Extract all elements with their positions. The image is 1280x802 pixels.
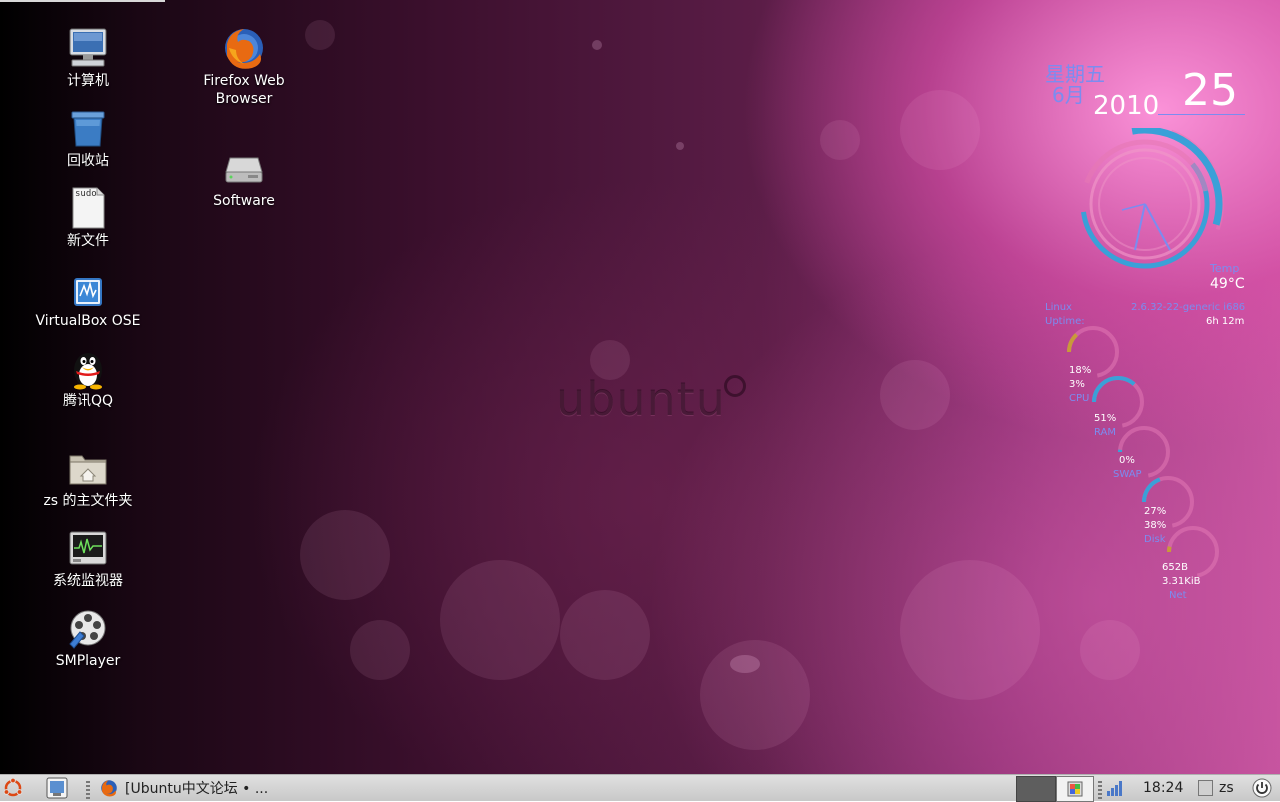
bokeh [820, 120, 860, 160]
bokeh [900, 560, 1040, 700]
conky-swap-value: 0% [1119, 455, 1135, 466]
conky-year: 2010 [1093, 91, 1160, 121]
bokeh [676, 142, 684, 150]
file-preview-text: sudo [75, 189, 97, 199]
conky-disk-value1: 27% [1144, 506, 1167, 517]
conky-net-value1: 652B [1162, 562, 1188, 573]
conky-kernel: 2.6.32-22-generic i686 [1131, 302, 1246, 313]
network-signal-icon [1107, 781, 1122, 796]
desktop-icon-label: zs 的主文件夹 [43, 493, 133, 509]
bokeh [880, 360, 950, 430]
taskbar-window-firefox[interactable]: [Ubuntu中文论坛 • ... [100, 775, 290, 801]
bokeh [730, 655, 760, 673]
conky-ram-label: RAM [1094, 427, 1117, 438]
bokeh [440, 560, 560, 680]
conky-cpu-value1: 18% [1069, 365, 1092, 376]
conky-swap-label: SWAP [1113, 469, 1142, 480]
text-file-icon: sudo [66, 186, 110, 230]
desktop-icon-trash[interactable]: 回收站 [28, 106, 148, 170]
tray-grip[interactable] [1098, 775, 1102, 801]
trash-icon [66, 106, 110, 150]
conky-date-underline [1158, 114, 1245, 115]
ubuntu-menu-button[interactable] [2, 775, 24, 801]
desktop-icon-label: SMPlayer [55, 653, 121, 669]
bokeh [1080, 620, 1140, 680]
bokeh [350, 620, 410, 680]
desktop-icon-virtualbox[interactable]: VirtualBox OSE [28, 266, 148, 330]
workspace-2[interactable] [1056, 776, 1094, 802]
shutdown-button[interactable] [1252, 775, 1274, 801]
system-monitor-icon [66, 526, 110, 570]
desktop-icon-computer[interactable]: 计算机 [28, 26, 148, 90]
conky-cpu-value2: 3% [1069, 379, 1085, 390]
computer-icon [66, 26, 110, 70]
conky-ram-value: 51% [1094, 413, 1117, 424]
conky-temp-label: Temp [1210, 262, 1240, 275]
desktop-icon-firefox[interactable]: Firefox Web Browser [184, 26, 304, 108]
firefox-icon [101, 780, 117, 797]
top-strip [0, 0, 165, 2]
desktop-icon-label: Software [213, 193, 275, 209]
user-icon [1198, 780, 1213, 796]
bottom-panel: [Ubuntu中文论坛 • ... 18:24 zs [0, 774, 1280, 802]
conky-month: 6月 [1052, 83, 1085, 107]
conky-net-value2: 3.31KiB [1162, 576, 1201, 587]
firefox-icon [222, 26, 266, 70]
bokeh [300, 510, 390, 600]
desktop-icon-label: Firefox Web [203, 73, 285, 89]
network-status-button[interactable] [1106, 775, 1126, 801]
desktop-icon-label: 新文件 [67, 233, 109, 249]
qq-penguin-icon [66, 346, 110, 390]
desktop-icon-label: 腾讯QQ [62, 393, 114, 409]
desktop-icon-smplayer[interactable]: SMPlayer [28, 606, 148, 670]
desktop-icon-label: VirtualBox OSE [35, 313, 141, 329]
conky-disk-label: Disk [1144, 534, 1166, 545]
conky-os-label: Linux [1045, 302, 1072, 313]
conky-day: 25 [1182, 65, 1238, 116]
show-desktop-button[interactable] [46, 775, 72, 801]
desktop-icon-new-file[interactable]: sudo 新文件 [28, 186, 148, 250]
show-desktop-icon [46, 777, 68, 799]
desktop-icon-label: 回收站 [67, 153, 109, 169]
desktop-icon-software[interactable]: Software [184, 146, 304, 210]
power-icon [1252, 778, 1272, 798]
bokeh [592, 40, 602, 50]
desktop-icon-system-monitor[interactable]: 系统监视器 [28, 526, 148, 590]
ubuntu-wallpaper-logo: ubuntu [556, 372, 748, 426]
clock[interactable]: 18:24 [1143, 775, 1183, 801]
bokeh [900, 90, 980, 170]
smplayer-icon [66, 606, 110, 650]
conky-cpu-label: CPU [1069, 393, 1090, 404]
desktop[interactable]: ubuntu 计算机 回收站 sudo 新文件 VirtualBox OSE 腾… [0, 0, 1280, 774]
bokeh [560, 590, 650, 680]
virtualbox-icon [66, 266, 110, 310]
desktop-icon-label: Browser [215, 91, 273, 107]
bokeh [305, 20, 335, 50]
drive-icon [222, 146, 266, 190]
ubuntu-icon [3, 777, 23, 797]
user-menu-button[interactable]: zs [1198, 775, 1234, 801]
workspace-window-icon [1067, 781, 1083, 797]
conky-resource-rings [1067, 326, 1219, 578]
desktop-icon-qq[interactable]: 腾讯QQ [28, 346, 148, 410]
conky-clock-rings [1066, 128, 1224, 278]
taskbar-window-title: [Ubuntu中文论坛 • ... [125, 781, 269, 797]
taskbar-grip[interactable] [86, 775, 90, 801]
desktop-icon-label: 计算机 [67, 73, 109, 89]
conky-net-label: Net [1169, 590, 1187, 601]
desktop-icon-home-folder[interactable]: zs 的主文件夹 [28, 446, 148, 510]
home-folder-icon [66, 446, 110, 490]
conky-temperature: 49°C [1210, 276, 1245, 292]
workspace-1[interactable] [1016, 776, 1056, 802]
desktop-icon-label: 系统监视器 [53, 573, 123, 589]
user-name: zs [1219, 780, 1234, 796]
conky-disk-value2: 38% [1144, 520, 1167, 531]
conky-weekday: 星期五 [1045, 62, 1105, 86]
